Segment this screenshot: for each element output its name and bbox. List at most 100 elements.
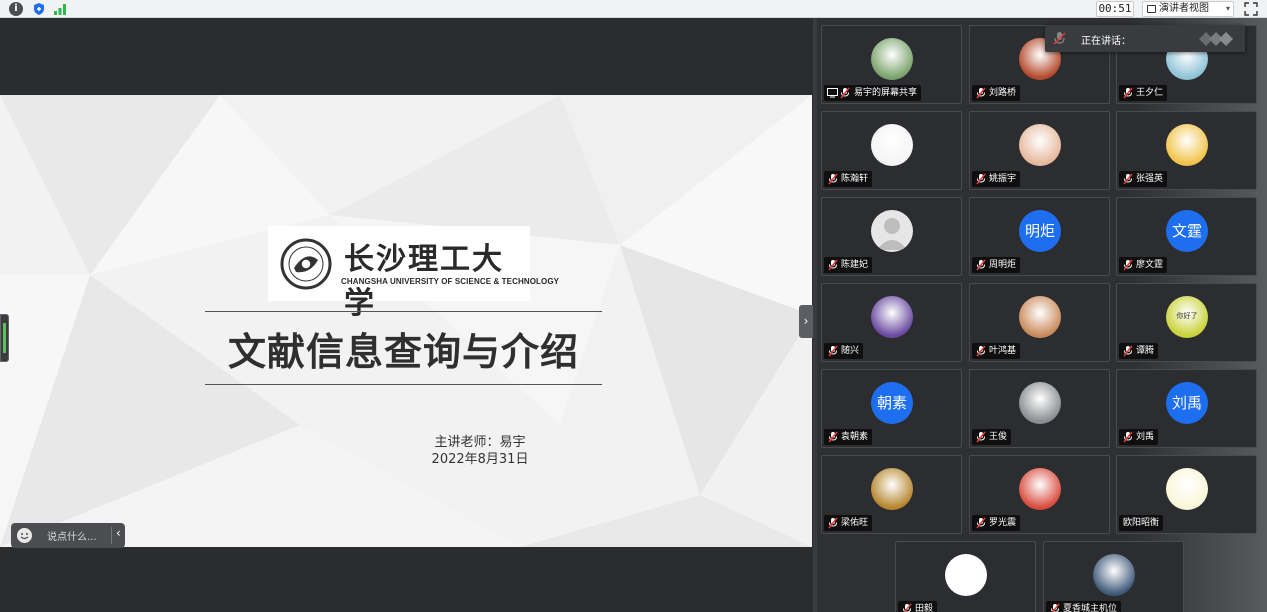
muted-microphone-icon[interactable] xyxy=(976,517,986,529)
participant-name-tag: 罗光震 xyxy=(972,515,1021,531)
presenter-view-label: 演讲者视图 xyxy=(1159,3,1209,14)
avatar xyxy=(871,296,913,338)
participant-name-tag: 袁朝素 xyxy=(824,429,873,445)
participant-tile[interactable]: 王俊 xyxy=(969,369,1110,448)
emoji-icon[interactable] xyxy=(17,528,32,543)
participant-name: 刘路桥 xyxy=(989,88,1017,98)
participant-name-tag: 姚振宇 xyxy=(972,171,1021,187)
muted-microphone-icon[interactable] xyxy=(828,173,838,185)
participant-name-tag: 刘禹 xyxy=(1119,429,1159,445)
university-seal-icon xyxy=(280,238,332,290)
fullscreen-icon[interactable] xyxy=(1244,2,1258,16)
participant-name: 廖文霆 xyxy=(1136,260,1164,270)
participant-tile[interactable]: 随兴 xyxy=(821,283,962,362)
muted-microphone-icon[interactable] xyxy=(902,603,912,612)
muted-microphone-icon[interactable] xyxy=(976,345,986,357)
chat-separator xyxy=(111,527,112,544)
speaking-label: 正在讲话： xyxy=(1081,36,1131,47)
participant-tile[interactable]: 欧阳昭衡 xyxy=(1116,455,1257,534)
participant-name: 姚振宇 xyxy=(989,174,1017,184)
participant-tile[interactable]: 陈建妃 xyxy=(821,197,962,276)
avatar xyxy=(1019,468,1061,510)
muted-microphone-icon[interactable] xyxy=(1123,431,1133,443)
participant-name-tag: 易宇的屏幕共享 xyxy=(824,85,922,101)
expand-panel-icon[interactable]: › xyxy=(799,305,813,338)
muted-microphone-icon[interactable] xyxy=(1123,259,1133,271)
slide-title: 文献信息查询与介绍 xyxy=(227,330,579,374)
info-icon[interactable]: i xyxy=(9,2,23,16)
muted-microphone-icon[interactable] xyxy=(1123,173,1133,185)
avatar xyxy=(945,554,987,596)
participant-tile[interactable]: 你好了谭腾 xyxy=(1116,283,1257,362)
muted-microphone-icon[interactable] xyxy=(828,431,838,443)
participant-tile[interactable]: 梁佑旺 xyxy=(821,455,962,534)
muted-microphone-icon[interactable] xyxy=(828,517,838,529)
collapse-chat-icon[interactable]: ‹ xyxy=(116,526,121,540)
participant-tile[interactable]: 田毅 xyxy=(895,541,1036,612)
participant-tile[interactable]: 朝素 袁朝素 xyxy=(821,369,962,448)
participant-name: 周明炬 xyxy=(989,260,1017,270)
participant-name-tag: 欧阳昭衡 xyxy=(1119,515,1164,531)
signal-icon[interactable] xyxy=(53,2,67,16)
chat-placeholder[interactable]: 说点什么... xyxy=(47,528,97,543)
muted-microphone-icon[interactable] xyxy=(976,173,986,185)
presentation-slide: 长沙理工大学 CHANGSHA UNIVERSITY OF SCIENCE & … xyxy=(0,95,812,547)
muted-microphone-icon[interactable] xyxy=(976,431,986,443)
participant-name: 叶鸿基 xyxy=(989,346,1017,356)
participant-name: 梁佑旺 xyxy=(841,518,869,528)
participant-tile[interactable]: 夏香城主机位 xyxy=(1043,541,1184,612)
speaker-avatars-icon xyxy=(1199,32,1233,46)
muted-microphone-icon[interactable] xyxy=(828,345,838,357)
chat-input-pill[interactable]: 说点什么... ‹ xyxy=(11,523,125,548)
presenter-view-button[interactable]: 演讲者视图 ▾ xyxy=(1142,1,1234,17)
participant-name: 袁朝素 xyxy=(841,432,869,442)
participant-tile[interactable]: 陈瀚轩 xyxy=(821,111,962,190)
participant-name: 谭腾 xyxy=(1136,346,1155,356)
participant-tile[interactable]: 文霆 廖文霆 xyxy=(1116,197,1257,276)
muted-microphone-icon[interactable] xyxy=(1123,87,1133,99)
muted-microphone-icon[interactable] xyxy=(1123,345,1133,357)
participant-name: 刘禹 xyxy=(1136,432,1155,442)
participant-tile[interactable]: 姚振宇 xyxy=(969,111,1110,190)
participant-gallery: 易宇的屏幕共享 刘路桥 王夕仁 陈瀚轩 姚振宇 张强英 陈建妃 明炬 周明炬 文霆 廖文霆 随兴 叶鸿基… xyxy=(817,18,1267,612)
meeting-window: i 00:51 演讲者视图 ▾ 长沙理工大学 CHANGSHA UNIVERSI… xyxy=(0,0,1267,612)
participant-name-tag: 梁佑旺 xyxy=(824,515,873,531)
avatar: 朝素 xyxy=(871,382,913,424)
participant-name-tag: 王俊 xyxy=(972,429,1012,445)
avatar xyxy=(871,124,913,166)
avatar: 文霆 xyxy=(1166,210,1208,252)
avatar: 你好了 xyxy=(1166,296,1208,338)
meeting-timer: 00:51 xyxy=(1096,1,1134,17)
participant-tile[interactable]: 明炬 周明炬 xyxy=(969,197,1110,276)
date-text: 2022年8月31日 xyxy=(431,452,529,467)
muted-microphone-icon[interactable] xyxy=(1050,603,1060,612)
muted-microphone-icon[interactable] xyxy=(828,259,838,271)
participant-name: 王俊 xyxy=(989,432,1008,442)
participant-name: 罗光震 xyxy=(989,518,1017,528)
participant-name-tag: 张强英 xyxy=(1119,171,1168,187)
participant-tile[interactable]: 刘禹 刘禹 xyxy=(1116,369,1257,448)
audio-level-handle[interactable] xyxy=(0,314,9,362)
participant-name-tag: 王夕仁 xyxy=(1119,85,1168,101)
participant-tile[interactable]: 易宇的屏幕共享 xyxy=(821,25,962,104)
avatar: 明炬 xyxy=(1019,210,1061,252)
avatar xyxy=(1019,124,1061,166)
avatar xyxy=(871,210,913,252)
muted-microphone-icon[interactable] xyxy=(976,87,986,99)
muted-microphone-icon[interactable] xyxy=(976,259,986,271)
top-toolbar: i 00:51 演讲者视图 ▾ xyxy=(0,0,1267,18)
participant-name-tag: 夏香城主机位 xyxy=(1046,601,1122,612)
university-logo: 长沙理工大学 CHANGSHA UNIVERSITY OF SCIENCE & … xyxy=(268,226,559,321)
screen-share-icon xyxy=(827,88,838,98)
muted-microphone-icon[interactable] xyxy=(840,87,850,99)
participant-name-tag: 陈建妃 xyxy=(824,257,873,273)
participant-tile[interactable]: 罗光震 xyxy=(969,455,1110,534)
participant-tile[interactable]: 张强英 xyxy=(1116,111,1257,190)
avatar xyxy=(1019,382,1061,424)
participant-name: 田毅 xyxy=(915,604,934,612)
participant-tile[interactable]: 叶鸿基 xyxy=(969,283,1110,362)
shield-icon[interactable] xyxy=(32,2,46,16)
participant-name: 陈瀚轩 xyxy=(841,174,869,184)
chevron-down-icon[interactable]: ▾ xyxy=(1226,2,1230,16)
participant-name-tag: 周明炬 xyxy=(972,257,1021,273)
